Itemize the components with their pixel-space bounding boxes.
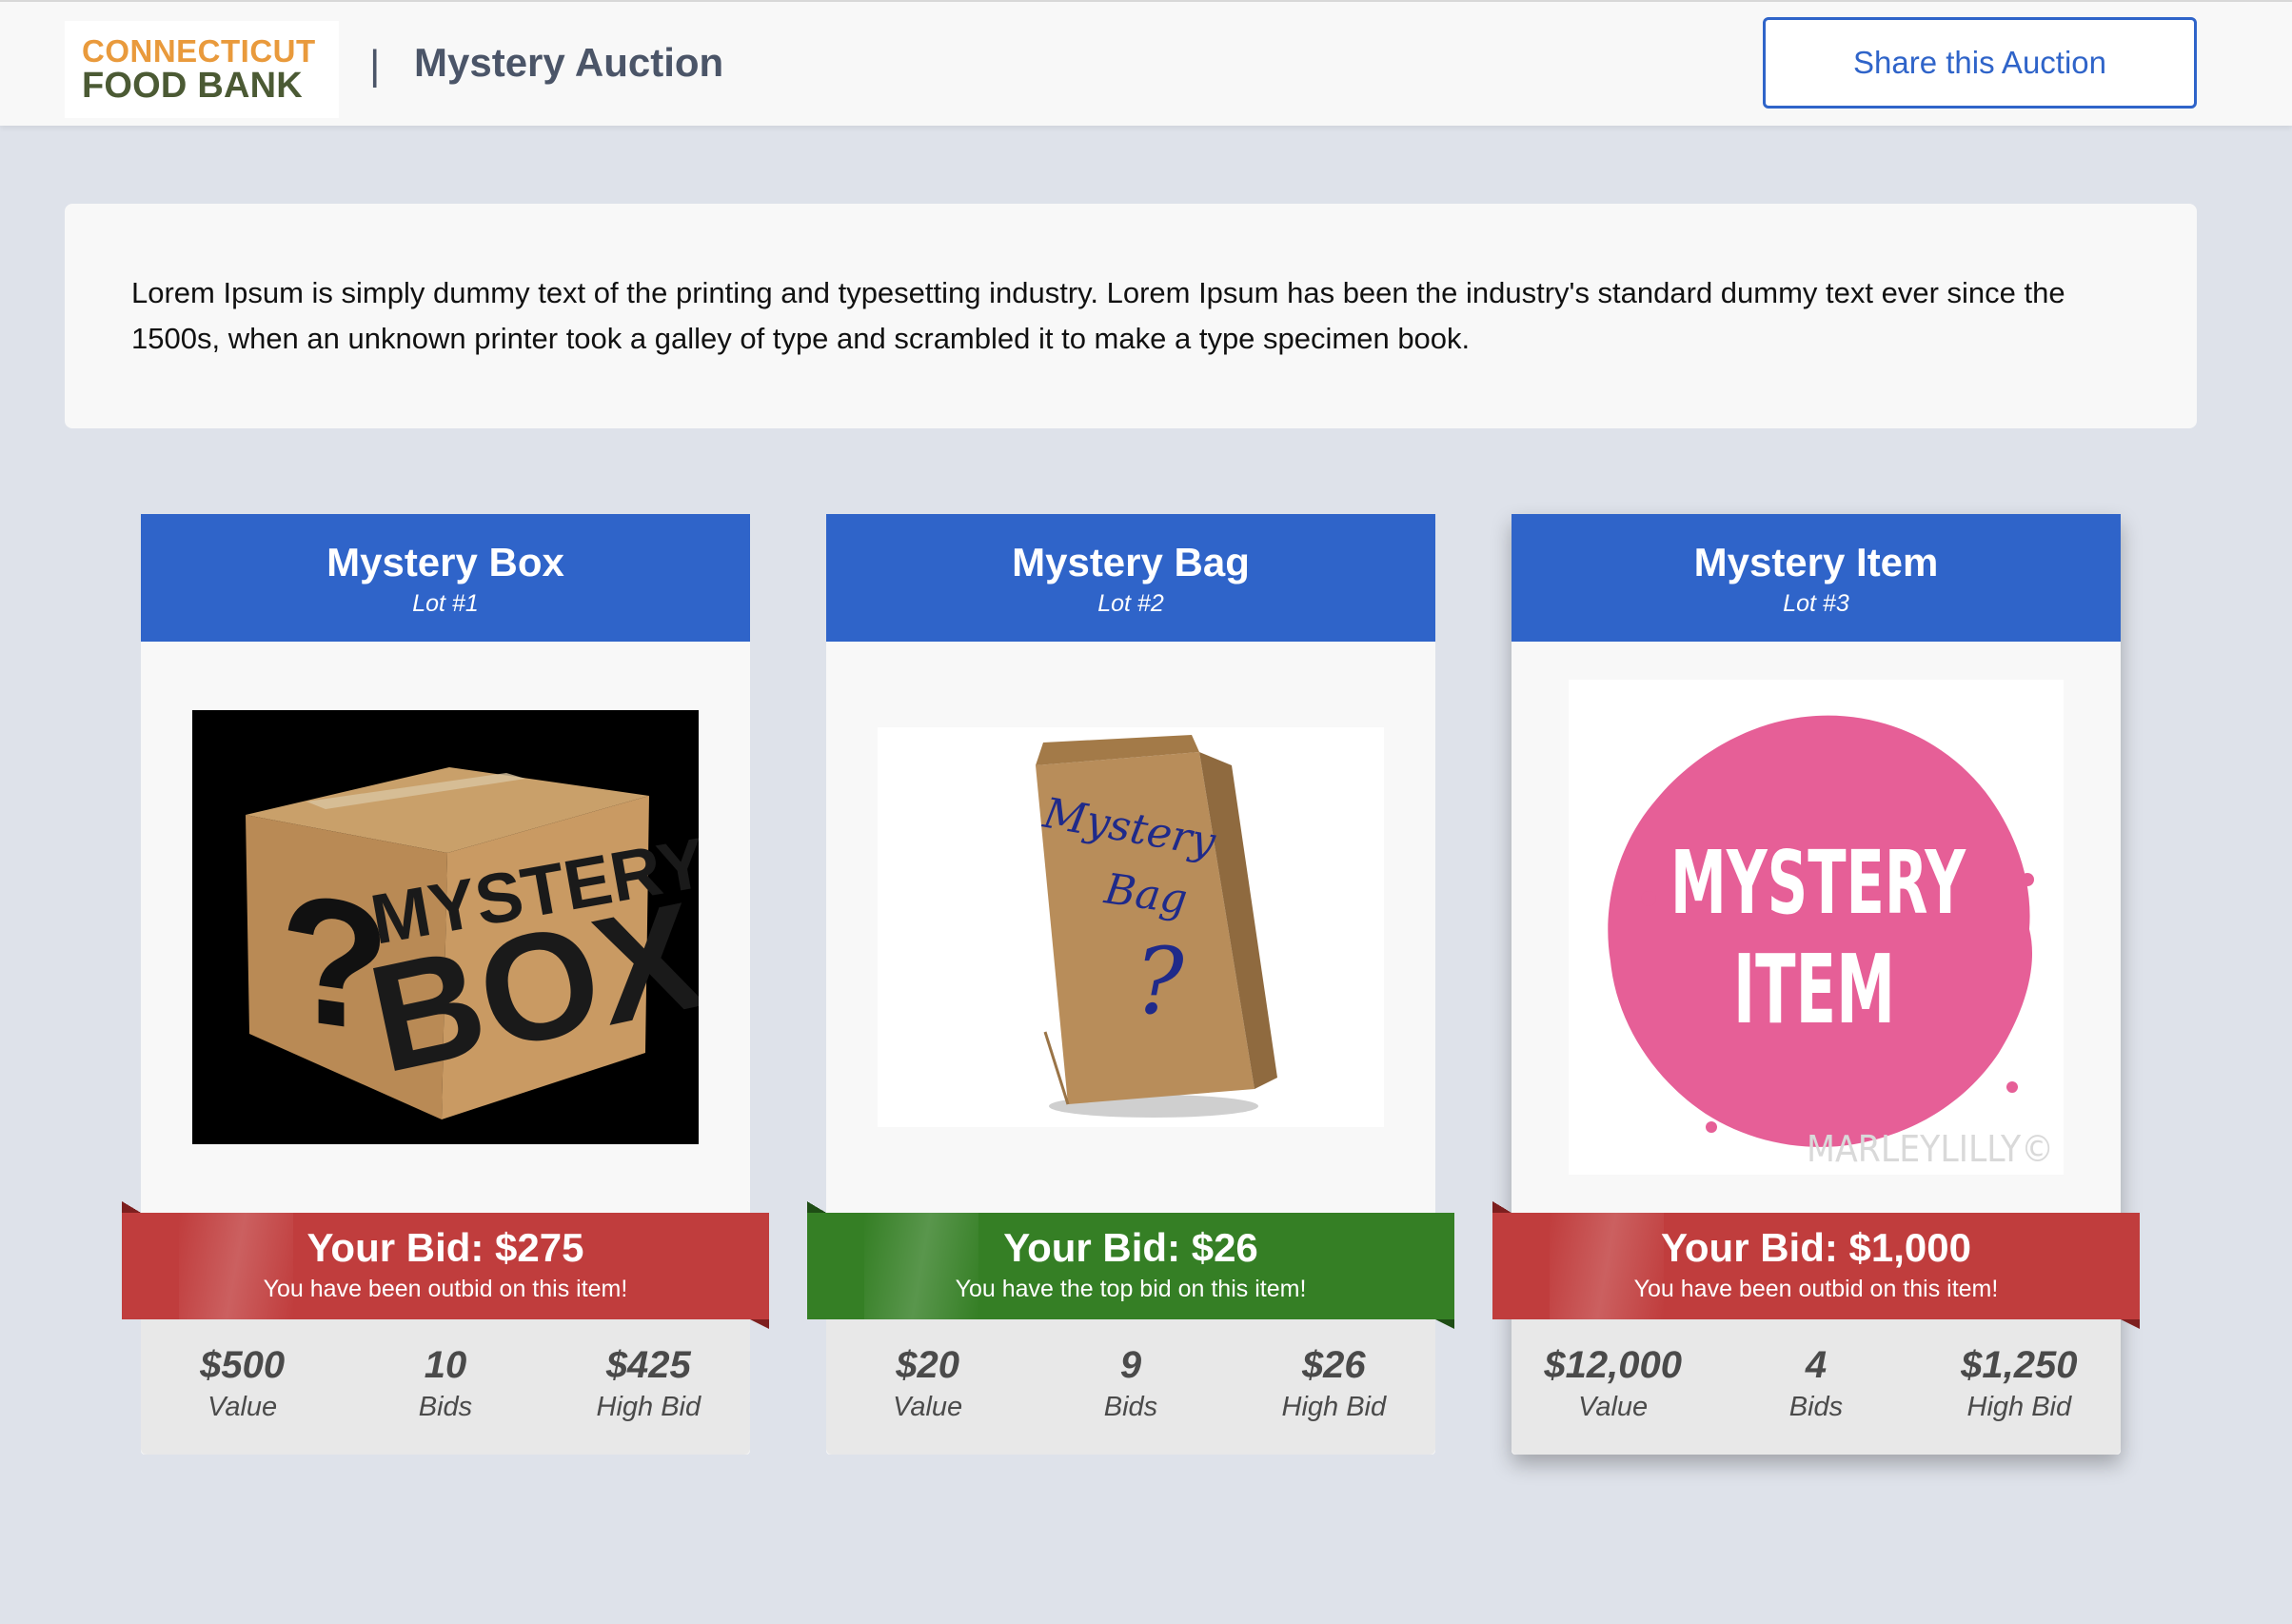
lot-card-mystery-box[interactable]: Mystery Box Lot #1 ? MYSTERY BOX Your Bi… bbox=[122, 514, 769, 1455]
bid-status-ribbon: Your Bid: $1,000 You have been outbid on… bbox=[1492, 1201, 2140, 1329]
bid-status-message: You have been outbid on this item! bbox=[1633, 1276, 1999, 1302]
stat-high-bid: $26 High Bid bbox=[1281, 1344, 1387, 1422]
your-bid: Your Bid: $1,000 bbox=[1661, 1225, 1971, 1270]
lot-title: Mystery Bag bbox=[1012, 540, 1250, 584]
share-auction-button[interactable]: Share this Auction bbox=[1763, 17, 2197, 109]
image-text: MYSTERY bbox=[1670, 832, 1966, 934]
stat-bids: 4 Bids bbox=[1788, 1344, 1844, 1422]
connecticut-food-bank-logo[interactable]: CONNECTICUT FOOD BANK bbox=[65, 21, 339, 118]
stat-value: $20 Value bbox=[893, 1344, 963, 1422]
lot-card-mystery-bag[interactable]: Mystery Bag Lot #2 Mystery Bag ? Your Bi… bbox=[807, 514, 1454, 1455]
auction-description: Lorem Ipsum is simply dummy text of the … bbox=[131, 276, 2065, 355]
lot-number: Lot #3 bbox=[1783, 590, 1849, 617]
logo-line-1: CONNECTICUT bbox=[82, 33, 316, 69]
lot-card-header: Mystery Box Lot #1 bbox=[141, 514, 750, 642]
lot-card-header: Mystery Item Lot #3 bbox=[1512, 514, 2121, 642]
lot-card-mystery-item[interactable]: Mystery Item Lot #3 MYSTERY ITEM MARLEYL… bbox=[1492, 514, 2140, 1455]
lot-title: Mystery Item bbox=[1693, 540, 1939, 584]
stat-value: $12,000 Value bbox=[1544, 1344, 1682, 1422]
your-bid: Your Bid: $26 bbox=[1003, 1225, 1258, 1270]
lot-number: Lot #1 bbox=[412, 590, 479, 617]
page-title: Mystery Auction bbox=[414, 40, 724, 85]
bid-status-message: You have the top bid on this item! bbox=[955, 1276, 1307, 1302]
mystery-item-image[interactable]: MYSTERY ITEM MARLEYLILLY© bbox=[1569, 680, 2064, 1175]
header-separator: | bbox=[369, 42, 381, 89]
lot-title: Mystery Box bbox=[326, 540, 564, 584]
lot-stats: $20 Value 9 Bids $26 High Bid bbox=[826, 1319, 1435, 1455]
lot-card-header: Mystery Bag Lot #2 bbox=[826, 514, 1435, 642]
svg-text:?: ? bbox=[1135, 928, 1184, 1035]
bid-status-message: You have been outbid on this item! bbox=[263, 1276, 628, 1302]
stat-high-bid: $1,250 High Bid bbox=[1961, 1344, 2078, 1422]
stat-bids: 9 Bids bbox=[1103, 1344, 1158, 1422]
stat-value: $500 Value bbox=[200, 1344, 286, 1422]
bid-status-ribbon: Your Bid: $275 You have been outbid on t… bbox=[122, 1201, 769, 1329]
lot-stats: $12,000 Value 4 Bids $1,250 High Bid bbox=[1512, 1319, 2121, 1455]
lot-number: Lot #2 bbox=[1097, 590, 1164, 617]
top-header: CONNECTICUT FOOD BANK | Mystery Auction … bbox=[0, 0, 2292, 126]
logo-line-2: FOOD BANK bbox=[82, 66, 303, 106]
lot-stats: $500 Value 10 Bids $425 High Bid bbox=[141, 1319, 750, 1455]
mystery-bag-image[interactable]: Mystery Bag ? bbox=[878, 727, 1384, 1127]
mystery-box-image[interactable]: ? MYSTERY BOX bbox=[192, 710, 699, 1144]
image-watermark: MARLEYLILLY© bbox=[1807, 1128, 2054, 1170]
image-text: ITEM bbox=[1733, 934, 1895, 1045]
your-bid: Your Bid: $275 bbox=[306, 1225, 584, 1270]
stat-bids: 10 Bids bbox=[418, 1344, 473, 1422]
bid-status-ribbon: Your Bid: $26 You have the top bid on th… bbox=[807, 1201, 1454, 1329]
auction-description-card: Lorem Ipsum is simply dummy text of the … bbox=[65, 204, 2197, 428]
stat-high-bid: $425 High Bid bbox=[596, 1344, 701, 1422]
